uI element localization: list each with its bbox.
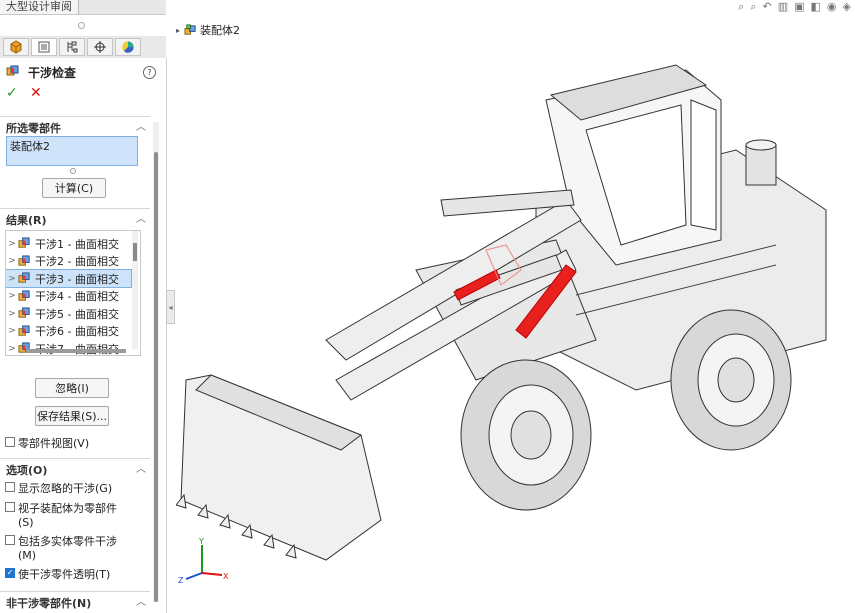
z-axis-line [185, 572, 203, 580]
results-list[interactable]: > 干涉1 - 曲面相交 > 干涉2 - 曲面相交 > 干涉3 - 曲面相交 > 干涉4 - … [5, 230, 141, 356]
option-row[interactable]: 包括多实体零件干涉(M) [5, 533, 133, 562]
cancel-button[interactable]: ✕ [30, 86, 44, 100]
collapse-chevron-icon[interactable]: ︿ [136, 210, 146, 225]
scrollbar-thumb[interactable] [133, 243, 137, 261]
configuration-manager-icon [67, 41, 78, 53]
expand-arrow-icon[interactable]: ▸ [176, 26, 180, 35]
option-checkbox[interactable] [5, 535, 15, 545]
interference-icon [18, 324, 31, 338]
option-row[interactable]: 视子装配体为零部件(S) [5, 500, 130, 529]
help-icon[interactable]: ? [143, 66, 156, 79]
option-row[interactable]: ✓ 使干涉零件透明(T) [5, 566, 145, 582]
results-section-header[interactable]: 结果(R) ︿ [0, 208, 150, 227]
interference-icon [18, 307, 31, 320]
z-axis-label: Z [178, 576, 184, 585]
panel-title-text: 干涉检查 [28, 65, 77, 80]
collapse-chevron-icon[interactable]: ︿ [136, 460, 146, 475]
manager-tabs [0, 36, 166, 59]
result-item-label: 干涉3 - 曲面相交 [35, 272, 119, 286]
expand-chevron-icon[interactable]: > [6, 291, 18, 301]
hide-show-icon[interactable]: ◉ [827, 0, 837, 16]
dimxpert-icon [94, 41, 106, 53]
display-manager-tab[interactable] [115, 38, 141, 56]
section-view-icon[interactable]: ▥ [778, 0, 788, 16]
ok-button[interactable]: ✓ [6, 86, 20, 100]
options-section-header[interactable]: 选项(O) ︿ [0, 458, 150, 477]
configuration-manager-tab[interactable] [59, 38, 85, 56]
document-tab[interactable]: 大型设计审阅 [0, 0, 79, 14]
result-item-label: 干涉4 - 曲面相交 [35, 290, 119, 303]
panel-title: 干涉检查 [6, 64, 76, 80]
expand-chevron-icon[interactable]: > [6, 239, 18, 249]
assembly-icon [184, 23, 196, 35]
x-axis-label: X [223, 572, 229, 581]
coordinate-triad: Y X Z [178, 537, 229, 585]
resize-handle-icon[interactable] [70, 168, 76, 174]
feature-manager-tab[interactable] [3, 38, 29, 56]
scrollbar-thumb[interactable] [154, 152, 158, 602]
feature-manager-icon [10, 40, 22, 54]
assembly-model[interactable] [176, 40, 855, 600]
property-manager-tab[interactable] [31, 38, 57, 56]
result-item-label: 干涉1 - 曲面相交 [35, 237, 119, 251]
expand-chevron-icon[interactable]: > [6, 344, 18, 354]
result-item-label: 干涉5 - 曲面相交 [35, 307, 119, 321]
y-axis-label: Y [198, 537, 204, 546]
calculate-button[interactable]: 计算(C) [42, 178, 106, 198]
interference-icon [18, 272, 31, 285]
component-view-checkbox[interactable] [5, 437, 15, 447]
list-horizontal-scrollbar[interactable] [26, 349, 126, 353]
result-item[interactable]: > 干涉2 - 曲面相交 [6, 253, 131, 270]
document-tab-bar: 大型设计审阅 [0, 0, 166, 15]
result-item-label: 干涉2 - 曲面相交 [35, 255, 119, 268]
zoom-to-area-icon[interactable]: ⌕ [750, 0, 756, 16]
result-item[interactable]: > 干涉1 - 曲面相交 [6, 235, 131, 252]
expand-chevron-icon[interactable]: > [6, 256, 18, 266]
non-interference-section-header[interactable]: 非干涉零部件(N) ︿ [0, 591, 150, 610]
x-axis-line [201, 572, 223, 576]
interference-icon [18, 289, 31, 303]
result-item[interactable]: > 干涉5 - 曲面相交 [6, 305, 131, 322]
interference-icon [18, 254, 31, 268]
panel-grip-icon[interactable] [78, 22, 85, 29]
panel-collapse-handle[interactable]: ◂ [166, 290, 175, 324]
list-vertical-scrollbar[interactable] [132, 231, 138, 349]
option-checkbox[interactable] [5, 482, 15, 492]
component-view-checkbox-row[interactable]: 零部件视图(V) [5, 435, 89, 451]
interference-icon [18, 237, 31, 250]
graphics-viewport[interactable]: ▸ 装配体2 ⌕ ⌕ ↶ ▥ ▣ ◧ ◉ ◈ Y X Z [176, 0, 855, 613]
selected-parts-section-header[interactable]: 所选零部件 ︿ [0, 116, 150, 135]
save-results-button[interactable]: 保存结果(S)... [35, 406, 109, 426]
selected-parts-box[interactable]: 装配体2 [6, 136, 138, 166]
option-checkbox[interactable] [5, 502, 15, 512]
display-manager-icon [122, 41, 134, 53]
expand-chevron-icon[interactable]: > [6, 309, 18, 319]
interference-detection-icon [6, 65, 20, 79]
dimxpert-tab[interactable] [87, 38, 113, 56]
result-item[interactable]: > 干涉6 - 曲面相交 [6, 323, 131, 340]
heads-up-view-toolbar: ⌕ ⌕ ↶ ▥ ▣ ◧ ◉ ◈ [738, 0, 851, 16]
result-item-label: 干涉6 - 曲面相交 [35, 325, 119, 338]
previous-view-icon[interactable]: ↶ [762, 0, 771, 16]
collapse-chevron-icon[interactable]: ︿ [136, 118, 146, 133]
view-orientation-icon[interactable]: ▣ [794, 0, 804, 16]
result-item[interactable]: >干涉7 - 曲面相交 [6, 340, 131, 355]
option-checkbox-checked[interactable]: ✓ [5, 568, 15, 578]
expand-chevron-icon[interactable]: > [6, 326, 18, 336]
result-item[interactable]: > 干涉3 - 曲面相交 [6, 269, 132, 288]
option-row[interactable]: 显示忽略的干涉(G) [5, 480, 145, 496]
interference-detection-panel: 干涉检查 ? ✓ ✕ 所选零部件 ︿ 装配体2 计算(C) 结果(R) ︿ > 干… [0, 58, 167, 613]
result-item[interactable]: > 干涉4 - 曲面相交 [6, 288, 131, 305]
ignore-button[interactable]: 忽略(I) [35, 378, 109, 398]
display-style-icon[interactable]: ◧ [811, 0, 821, 16]
zoom-to-fit-icon[interactable]: ⌕ [738, 0, 744, 16]
property-manager-icon [38, 41, 50, 53]
expand-chevron-icon[interactable]: > [6, 274, 18, 284]
appearance-icon[interactable]: ◈ [843, 0, 851, 16]
tree-root-item[interactable]: ▸ 装配体2 [176, 22, 240, 38]
panel-vertical-scrollbar[interactable] [153, 122, 159, 602]
collapse-chevron-icon[interactable]: ︿ [136, 593, 146, 608]
